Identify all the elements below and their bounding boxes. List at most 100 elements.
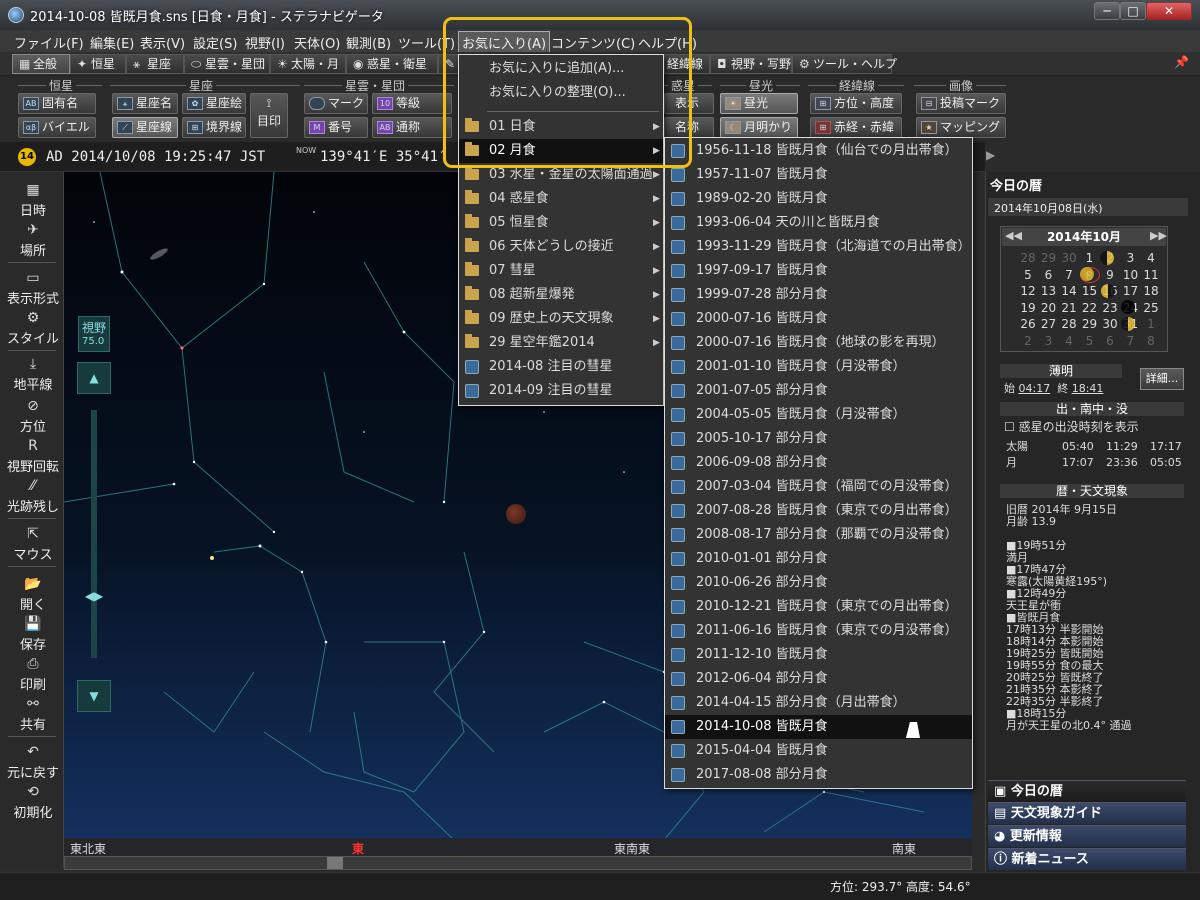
eclipse-item[interactable]: 2008-08-17 部分月食（那覇での月没帯食） [665, 523, 972, 547]
eclipse-item[interactable]: 2001-07-05 部分月食 [665, 379, 972, 403]
menu-objects[interactable]: 天体(O) [294, 33, 340, 52]
calendar-day[interactable]: 18 [1141, 283, 1161, 299]
calendar-day[interactable]: 8 [1141, 333, 1161, 349]
calendar-day[interactable]: 28 [1018, 250, 1038, 266]
calendar-day[interactable]: 17 [1121, 283, 1141, 299]
trail-tool[interactable]: ⁄⁄ 光跡残し [2, 478, 64, 515]
calendar-day[interactable]: 26 [1018, 316, 1038, 332]
location-display[interactable]: 139°41′E 35°41′ [320, 149, 446, 165]
nav-updates[interactable]: ◕ 更新情報 [988, 825, 1186, 847]
now-button[interactable]: NOW [296, 146, 316, 155]
eclipse-item[interactable]: 2015-04-04 皆既月食 [665, 739, 972, 763]
calendar-day[interactable]: 21 [1059, 300, 1079, 316]
favorites-link-item[interactable]: 2014-09 注目の彗星 [459, 379, 663, 403]
datetime-display[interactable]: AD 2014/10/08 19:25:47 JST [46, 149, 265, 165]
save-tool[interactable]: 💾 保存 [2, 616, 64, 653]
reset-tool[interactable]: ⟲ 初期化 [2, 784, 64, 821]
calendar-day[interactable]: 1 [1080, 250, 1100, 266]
favorites-folder-item[interactable]: 09 歴史上の天文現象 ▶ [459, 307, 663, 331]
number-button[interactable]: M 番号 [304, 117, 368, 138]
eclipse-item[interactable]: 2007-08-28 皆既月食（東京での月出帯食） [665, 499, 972, 523]
horizon-tool[interactable]: ⤓ 地平線 [2, 356, 64, 393]
nav-phenomena-guide[interactable]: ▤ 天文現象ガイド [988, 802, 1186, 824]
planet-rise-checkbox[interactable]: ☐ 惑星の出没時刻を表示 [1004, 418, 1139, 435]
calendar-day[interactable]: 15 [1080, 283, 1100, 299]
calendar-day[interactable]: 4 [1141, 250, 1161, 266]
eclipse-item[interactable]: 2014-04-15 部分月食（月出帯食） [665, 691, 972, 715]
open-tool[interactable]: 📂 開く [2, 576, 64, 613]
tab-stars[interactable]: ✦ 恒星 [70, 54, 126, 74]
mouse-tool[interactable]: ⇱ マウス [2, 526, 64, 563]
calendar-day[interactable]: 27 [1039, 316, 1059, 332]
calendar-day[interactable]: 19 [1018, 300, 1038, 316]
tab-constellations[interactable]: ⚹ 星座 [126, 54, 184, 74]
daylight-button[interactable]: ☀ 昼光 [720, 93, 798, 114]
menu-file[interactable]: ファイル(F) [14, 33, 84, 52]
calendar-day[interactable]: 10 [1121, 267, 1141, 283]
calendar-day[interactable]: 13 [1039, 283, 1059, 299]
eclipse-item[interactable]: 2005-10-17 部分月食 [665, 427, 972, 451]
tab-tools-help[interactable]: ⚙ ツール・ヘルプ [792, 54, 897, 74]
rotate-view-tool[interactable]: R 視野回転 [2, 438, 64, 475]
eclipse-item[interactable]: 2012-06-04 部分月食 [665, 667, 972, 691]
favorites-folder-item[interactable]: 29 星空年鑑2014 ▶ [459, 331, 663, 355]
tab-nebulae[interactable]: ⬭ 星雲・星団 [184, 54, 270, 74]
menu-observe[interactable]: 観測(B) [346, 33, 391, 52]
calendar-day[interactable]: 1 [1141, 316, 1161, 332]
calendar-day[interactable]: 5 [1018, 267, 1038, 283]
favorites-link-item[interactable]: 2014-08 注目の彗星 [459, 355, 663, 379]
eclipse-item[interactable]: 1999-07-28 部分月食 [665, 283, 972, 307]
eclipse-item[interactable]: 2000-07-16 皆既月食（地球の影を再現） [665, 331, 972, 355]
minimize-button[interactable]: ─ [1094, 2, 1120, 20]
boundary-button[interactable]: ⊞ 境界線 [182, 117, 246, 138]
direction-tool[interactable]: ⊘ 方位 [2, 398, 64, 435]
calendar-day[interactable]: 12 [1018, 283, 1038, 299]
calendar-day[interactable]: 28 [1059, 316, 1079, 332]
calendar-day[interactable]: 7 [1059, 267, 1079, 283]
moonlight-button[interactable]: ☾ 月明かり [720, 117, 798, 138]
moon-eclipsed-icon[interactable] [506, 504, 526, 524]
eclipse-item[interactable]: 2001-01-10 皆既月食（月没帯食） [665, 355, 972, 379]
tab-sun-moon[interactable]: ☀ 太陽・月 [270, 54, 346, 74]
eclipse-item[interactable]: 1997-09-17 皆既月食 [665, 259, 972, 283]
maximize-button[interactable]: □ [1120, 2, 1146, 20]
scrollbar-thumb[interactable] [327, 857, 343, 869]
eclipse-item[interactable]: 2010-12-21 皆既月食（東京での月出帯食） [665, 595, 972, 619]
menu-edit[interactable]: 編集(E) [90, 33, 134, 52]
azimuth-altitude-button[interactable]: ⊞ 方位・高度 [810, 93, 902, 114]
eclipse-item[interactable]: 2004-05-05 皆既月食（月没帯食） [665, 403, 972, 427]
undo-tool[interactable]: ↶ 元に戻す [2, 744, 64, 781]
common-name-button[interactable]: AB 通称 [372, 117, 452, 138]
eclipse-item[interactable]: 2000-07-16 皆既月食 [665, 307, 972, 331]
calendar-day[interactable]: 29 [1080, 316, 1100, 332]
next-month-icon[interactable]: ▶▶ [1150, 229, 1167, 242]
tab-general[interactable]: ▦ 全般 [12, 54, 70, 74]
favorites-folder-item[interactable]: 05 恒星食 ▶ [459, 211, 663, 235]
calendar-day[interactable]: 5 [1080, 333, 1100, 349]
eclipse-item[interactable]: 2006-09-08 部分月食 [665, 451, 972, 475]
nav-news[interactable]: ⓘ 新着ニュース [988, 848, 1186, 870]
print-tool[interactable]: ⎙ 印刷 [2, 656, 64, 693]
constellation-art-button[interactable]: ✿ 星座絵 [182, 93, 246, 114]
calendar-day[interactable]: 29 [1039, 250, 1059, 266]
mark-button[interactable]: マーク [304, 93, 368, 114]
calendar-day[interactable]: 25 [1141, 300, 1161, 316]
eclipse-item[interactable]: 2010-06-26 部分月食 [665, 571, 972, 595]
menu-settings[interactable]: 設定(S) [193, 33, 237, 52]
zoom-out-button[interactable]: ▼ [77, 680, 111, 712]
constellation-name-button[interactable]: ⚹ 星座名 [112, 93, 178, 114]
mapping-button[interactable]: ★ マッピング [916, 117, 1006, 138]
pin-icon[interactable]: 📌 [1174, 55, 1189, 69]
calendar-day[interactable]: 30 [1100, 316, 1120, 332]
calendar-day[interactable]: 2 [1018, 333, 1038, 349]
chevron-right-icon[interactable]: ▶ [986, 148, 995, 162]
eclipse-item[interactable]: 2014-10-08 皆既月食 [665, 715, 972, 739]
eclipse-item[interactable]: 1957-11-07 皆既月食 [665, 163, 972, 187]
calendar-day[interactable]: 7 [1121, 333, 1141, 349]
menu-view[interactable]: 表示(V) [140, 33, 185, 52]
eclipse-item[interactable]: 2011-12-10 皆既月食 [665, 643, 972, 667]
zoom-slider[interactable] [91, 410, 97, 658]
share-tool[interactable]: ⚯ 共有 [2, 696, 64, 733]
calendar-day[interactable]: 14 [1059, 283, 1079, 299]
style-tool[interactable]: ⚙ スタイル [2, 310, 64, 347]
